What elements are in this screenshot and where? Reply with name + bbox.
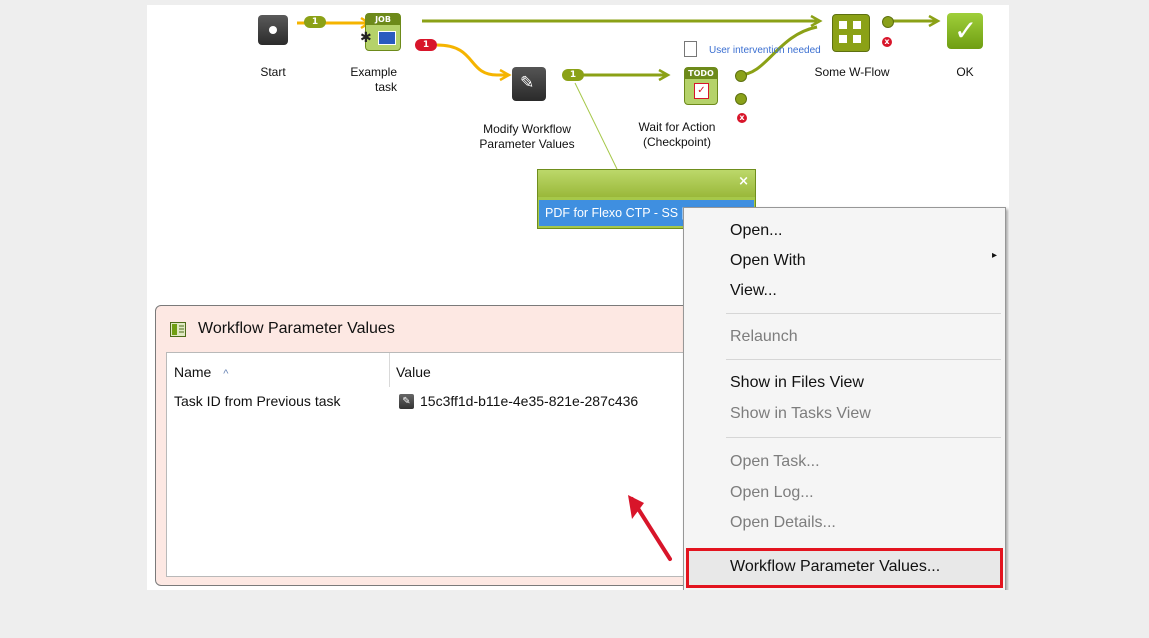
output-connector-dot[interactable] xyxy=(735,70,747,82)
subflow-node-icon[interactable] xyxy=(832,14,870,52)
column-label: Name xyxy=(174,364,212,380)
count-badge: 1 xyxy=(562,69,584,81)
menu-item-open-details[interactable]: Open Details... xyxy=(730,514,836,532)
menu-separator xyxy=(726,359,1001,360)
table-cell-value[interactable]: 15c3ff1d-b11e-4e35-821e-287c436 xyxy=(420,393,638,409)
image-icon xyxy=(378,31,396,45)
red-pointer-arrow-icon xyxy=(628,495,672,561)
checklist-icon: ✓ xyxy=(694,83,709,99)
ok-check-icon[interactable]: ✓ xyxy=(947,13,983,49)
column-divider[interactable] xyxy=(389,353,390,387)
checkpoint-node-icon[interactable]: TODO ✓ xyxy=(684,67,718,105)
panel-title: Workflow Parameter Values xyxy=(198,320,395,337)
output-connector-dot[interactable] xyxy=(882,16,894,28)
error-count-badge: 1 xyxy=(415,39,437,51)
context-menu: Open... Open With ▸ View... Relaunch Sho… xyxy=(683,207,1006,590)
modify-workflow-label: Modify Workflow Parameter Values xyxy=(479,122,575,151)
menu-separator xyxy=(726,437,1001,438)
user-intervention-text: User intervention needed xyxy=(709,45,821,56)
modify-workflow-node-icon[interactable]: ✎ xyxy=(512,67,546,101)
menu-item-open-with[interactable]: Open With xyxy=(730,252,806,270)
menu-separator xyxy=(726,313,1001,314)
column-header-name[interactable]: Name ^ xyxy=(174,353,228,387)
column-header-value[interactable]: Value xyxy=(396,353,431,387)
menu-item-open[interactable]: Open... xyxy=(730,222,782,240)
menu-item-view[interactable]: View... xyxy=(730,282,777,300)
ok-label: OK xyxy=(956,65,974,79)
spreadsheet-icon xyxy=(170,322,186,337)
edit-pencil-icon: ✎ xyxy=(520,73,535,93)
screenshot-frame: 1 Start JOB ✱ 1 Example task ✎ 1 Modify … xyxy=(147,5,1009,590)
table-cell-name[interactable]: Task ID from Previous task xyxy=(174,393,341,409)
document-icon xyxy=(684,41,697,57)
task-edit-icon: ✎ xyxy=(399,394,414,409)
popup-header: × xyxy=(538,170,755,197)
asterisk-icon: ✱ xyxy=(360,30,372,46)
menu-item-show-in-files-view[interactable]: Show in Files View xyxy=(730,374,864,392)
start-node-label: Start xyxy=(260,65,286,79)
job-badge: JOB xyxy=(366,14,400,25)
output-connector-dot[interactable] xyxy=(735,93,747,105)
subflow-label: Some W-Flow xyxy=(814,65,890,79)
error-connector-icon[interactable]: x xyxy=(737,113,747,123)
checkpoint-label: Wait for Action (Checkpoint) xyxy=(638,120,716,149)
menu-item-show-in-tasks-view[interactable]: Show in Tasks View xyxy=(730,405,871,423)
error-connector-icon[interactable]: x xyxy=(882,37,892,47)
start-node-icon[interactable] xyxy=(258,15,288,45)
count-badge: 1 xyxy=(304,16,326,28)
example-task-label: Example task xyxy=(350,65,397,94)
close-icon[interactable]: × xyxy=(738,174,749,189)
menu-item-open-task[interactable]: Open Task... xyxy=(730,453,820,471)
menu-item-open-log[interactable]: Open Log... xyxy=(730,484,814,502)
menu-item-relaunch[interactable]: Relaunch xyxy=(730,328,798,346)
todo-badge: TODO xyxy=(685,68,717,79)
menu-item-workflow-parameter-values[interactable]: Workflow Parameter Values... xyxy=(730,558,940,576)
sort-ascending-icon: ^ xyxy=(223,368,229,380)
submenu-arrow-icon: ▸ xyxy=(991,250,997,261)
